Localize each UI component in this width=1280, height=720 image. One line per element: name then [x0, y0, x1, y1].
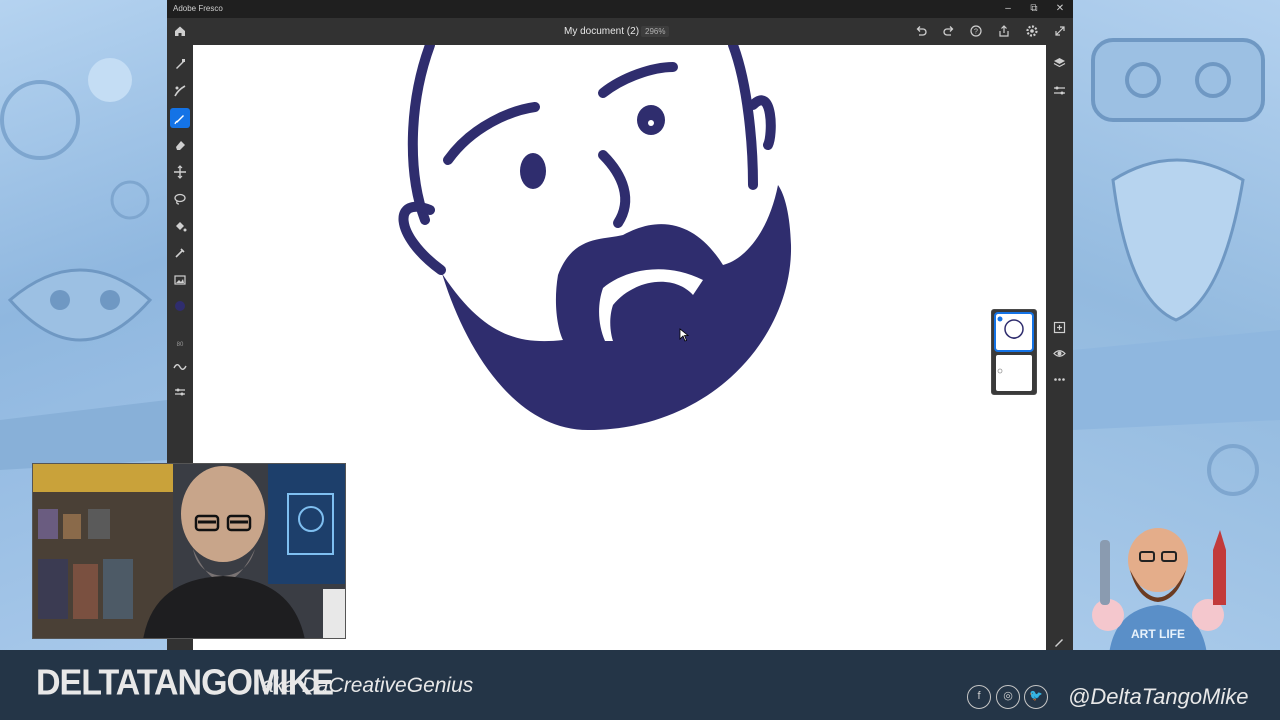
eyedropper-tool[interactable]: [170, 243, 190, 263]
fill-tool[interactable]: [170, 216, 190, 236]
live-brush-tool[interactable]: [170, 81, 190, 101]
brush-settings-tool[interactable]: [170, 382, 190, 402]
smoothing-icon: [173, 364, 187, 370]
restore-button[interactable]: ⧉: [1027, 2, 1041, 16]
brush-size-label[interactable]: 80: [170, 342, 190, 348]
lasso-tool[interactable]: [170, 189, 190, 209]
cursor-icon: [679, 328, 689, 342]
app-name: Adobe Fresco: [173, 4, 223, 13]
layer-preview-image: [997, 316, 1024, 339]
layer-thumbnail-drawing[interactable]: [994, 312, 1034, 352]
title-bar: Adobe Fresco – ⧉ ✕: [167, 0, 1073, 18]
image-tool[interactable]: [170, 270, 190, 290]
close-button[interactable]: ✕: [1053, 2, 1067, 16]
document-title[interactable]: My document (2): [564, 26, 639, 37]
facebook-icon: f: [967, 685, 991, 709]
layer-thumbnail-empty[interactable]: [996, 355, 1032, 391]
eraser-tool[interactable]: [170, 135, 190, 155]
channel-aka: aka DaCreativeGenius: [262, 674, 474, 697]
webcam-feed: [32, 463, 346, 639]
fullscreen-icon[interactable]: [1053, 24, 1067, 38]
zoom-level[interactable]: 296%: [641, 26, 670, 37]
add-layer-icon[interactable]: [1053, 321, 1066, 334]
presenter-video: [33, 464, 345, 638]
home-icon[interactable]: [173, 24, 187, 38]
brush-smoothing-tool[interactable]: [170, 357, 190, 377]
fill-icon: [176, 222, 187, 232]
pixel-brush-tool[interactable]: [170, 54, 190, 74]
eyedropper-icon: [175, 248, 185, 258]
vector-brush-icon: [174, 115, 184, 125]
visibility-icon[interactable]: [1053, 347, 1066, 360]
pixel-brush-icon: [176, 59, 185, 69]
social-handle: @DeltaTangoMike: [1068, 684, 1249, 709]
svg-text:?: ?: [974, 29, 978, 36]
redo-icon[interactable]: [942, 24, 956, 38]
move-icon: [174, 165, 186, 179]
move-tool[interactable]: [170, 162, 190, 182]
share-icon[interactable]: [997, 24, 1011, 38]
help-icon[interactable]: ?: [969, 24, 983, 38]
undo-icon[interactable]: [914, 24, 928, 38]
svg-text:ART LIFE: ART LIFE: [1131, 627, 1185, 641]
lasso-icon: [174, 193, 186, 205]
more-icon[interactable]: [1053, 373, 1066, 386]
brush-settings-icon: [175, 388, 185, 396]
settings-icon[interactable]: [1025, 24, 1039, 38]
vector-brush-tool[interactable]: [170, 108, 190, 128]
minimize-button[interactable]: –: [1001, 2, 1015, 16]
mascot-illustration: ART LIFE: [1092, 528, 1226, 670]
eraser-icon: [176, 141, 185, 150]
right-panel: [1046, 45, 1073, 650]
pen-icon[interactable]: [1053, 635, 1066, 648]
instagram-icon: ◎: [996, 685, 1020, 709]
layers-panel: [991, 309, 1037, 395]
layers-icon[interactable]: [1053, 57, 1066, 70]
twitter-icon: 🐦: [1024, 685, 1048, 709]
empty-layer-icon: [997, 368, 1003, 374]
live-brush-icon: [174, 85, 186, 97]
layer-properties-icon[interactable]: [1053, 84, 1066, 97]
top-bar: My document (2) 296% ?: [167, 18, 1073, 45]
image-icon: [174, 275, 186, 285]
color-swatch[interactable]: [175, 301, 185, 311]
